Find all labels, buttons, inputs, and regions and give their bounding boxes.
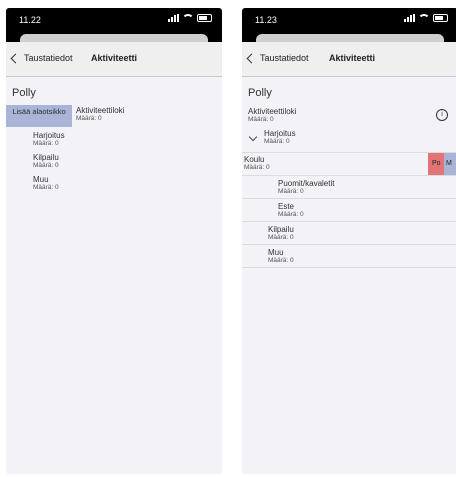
sheet-top [6,32,222,44]
list-item[interactable]: Aktiviteettiloki Määrä: 0 i [242,105,456,127]
signal-icon [168,14,179,22]
back-button[interactable]: Taustatiedot [246,53,309,63]
list-item-count: Määrä: 0 [244,164,270,171]
nav-bar: Taustatiedot Aktiviteetti [242,42,456,77]
nav-bar: Taustatiedot Aktiviteetti [6,42,222,77]
phone-screen-right: 11.23 Taustatiedot Aktiviteetti Polly Ak… [242,8,456,474]
list-item-count: Määrä: 0 [268,234,294,241]
sheet-top [242,32,456,44]
list-item-count: Määrä: 0 [278,188,304,195]
list-item-label: Harjoitus [33,131,65,140]
list-item[interactable]: Muu Määrä: 0 [242,245,456,268]
status-bar: 11.23 [242,8,456,32]
list-item-count: Määrä: 0 [268,257,294,264]
list-item-label: Aktiviteettiloki [248,107,297,116]
list-item-swiped[interactable]: Koulu Määrä: 0 Po M [242,152,456,176]
list-item-count: Määrä: 0 [33,184,59,191]
status-time: 11.23 [255,15,277,25]
list-item-count: Määrä: 0 [33,162,59,169]
list-item[interactable]: Muu Määrä: 0 [6,173,222,195]
page-title: Polly [12,87,36,99]
chevron-left-icon [10,53,21,63]
list-item[interactable]: Harjoitus Määrä: 0 [6,129,222,151]
list-item-count: Määrä: 0 [264,138,290,145]
status-bar: 11.22 [6,8,222,32]
list-item[interactable]: Kilpailu Määrä: 0 [6,151,222,173]
battery-icon [433,14,448,22]
list-item-label: Kilpailu [268,225,294,234]
battery-icon [197,14,212,22]
list-item[interactable]: Kilpailu Määrä: 0 [242,222,456,245]
swipe-action-delete-button[interactable]: Po [428,153,444,175]
list-item[interactable]: Este Määrä: 0 [242,199,456,222]
list-item-label: Muu [33,175,49,184]
back-button[interactable]: Taustatiedot [10,53,73,63]
status-time: 11.22 [19,15,41,25]
wifi-icon [418,14,430,22]
list-item-label: Este [278,202,295,211]
list-item-label: Puomit/kavaletit [278,179,335,188]
info-icon[interactable]: i [436,109,448,121]
list-item-label: Koulu [244,155,265,164]
phone-screen-left: 11.22 Taustatiedot Aktiviteetti Polly Li… [6,8,222,474]
nav-title: Aktiviteetti [329,53,376,63]
signal-icon [404,14,415,22]
chevron-left-icon [246,53,257,63]
wifi-icon [182,14,194,22]
list-item[interactable]: Puomit/kavaletit Määrä: 0 [242,176,456,199]
chevron-down-icon[interactable] [248,132,258,142]
swipe-action-more-button[interactable]: M [444,153,456,175]
list-item-count: Määrä: 0 [33,140,59,147]
back-label: Taustatiedot [260,53,309,63]
list-item[interactable]: Lisää alaotsikko Aktiviteettiloki Määrä:… [6,105,222,129]
add-subheading-button[interactable]: Lisää alaotsikko [6,105,72,127]
list-item-label: Muu [268,248,284,257]
list-item-label: Aktiviteettiloki [76,106,125,115]
nav-title: Aktiviteetti [91,53,138,63]
list-item-count: Määrä: 0 [248,116,274,123]
list-item-count: Määrä: 0 [278,211,304,218]
back-label: Taustatiedot [24,53,73,63]
list-item-label: Harjoitus [264,129,296,138]
list-item-count: Määrä: 0 [76,115,102,122]
page-title: Polly [248,87,272,99]
list-item[interactable]: Harjoitus Määrä: 0 [242,127,456,152]
list-item-label: Kilpailu [33,153,59,162]
